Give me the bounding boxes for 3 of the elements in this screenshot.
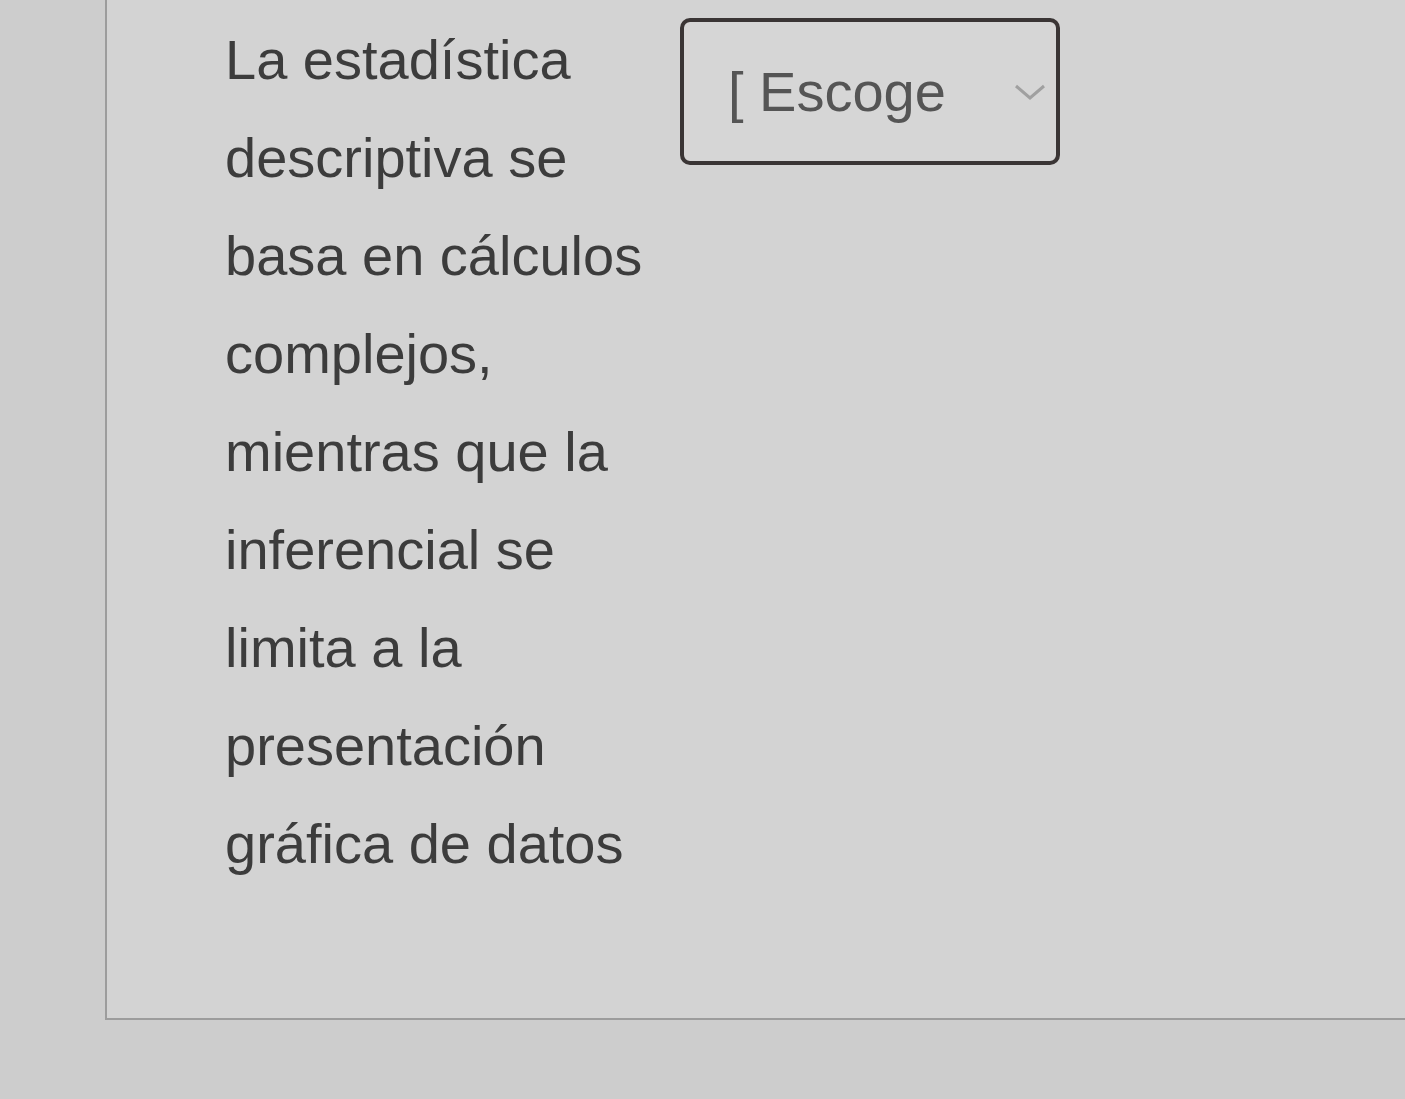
- answer-dropdown[interactable]: [ Escoge: [680, 18, 1060, 165]
- chevron-down-icon: [1014, 82, 1046, 101]
- question-statement: La estadística descriptiva se basa en cálculos complejos, mientras que la inferencial se limita a la presentación gráfica de datos: [225, 27, 644, 877]
